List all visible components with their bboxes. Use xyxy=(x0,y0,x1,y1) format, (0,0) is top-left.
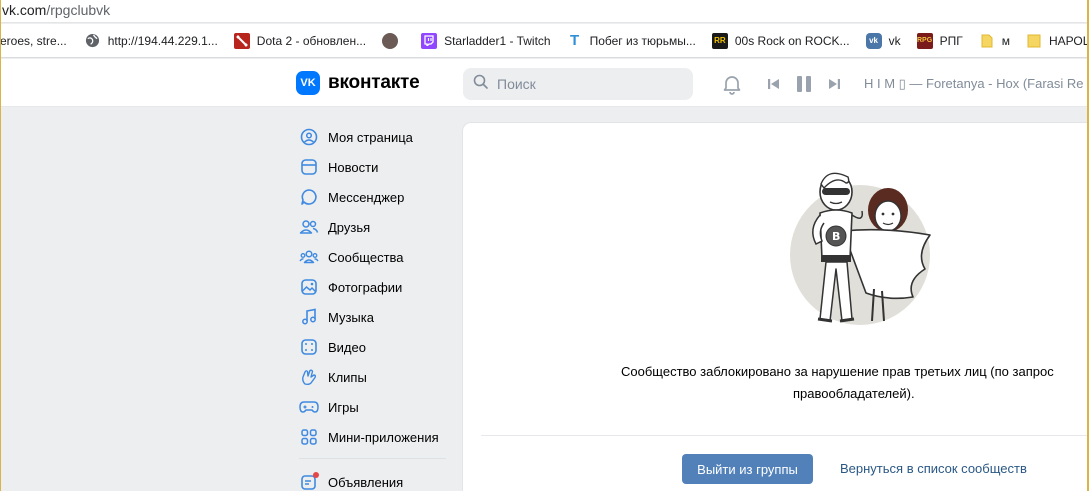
bookmark-label: http://194.44.229.1... xyxy=(107,33,218,48)
nav-label: Клипы xyxy=(328,369,367,385)
pause-icon[interactable] xyxy=(795,75,813,93)
chat-icon xyxy=(299,187,319,207)
bookmark-item[interactable]: RPG РПГ xyxy=(909,24,971,57)
notification-dot xyxy=(313,472,319,478)
blocked-message-line1: Сообщество заблокировано за нарушение пр… xyxy=(621,364,1054,379)
bookmarks-bar: eroes, stre... http://194.44.229.1... Do… xyxy=(0,24,1089,58)
svg-text:В: В xyxy=(832,230,840,243)
nav-item-communities[interactable]: Сообщества xyxy=(290,242,450,272)
nav-separator xyxy=(299,458,446,459)
bookmark-label: Побег из тюрьмы... xyxy=(589,33,696,48)
now-playing-track[interactable]: H I M ▯ — Foretanya - Hox (Farasi Re xyxy=(864,76,1086,92)
avatar-icon xyxy=(382,32,399,49)
music-icon xyxy=(299,307,319,327)
audio-player xyxy=(767,75,855,93)
search-input[interactable] xyxy=(497,76,677,92)
url-path: /rpgclubvk xyxy=(46,2,111,18)
bell-icon[interactable] xyxy=(721,73,743,100)
nav-item-my-page[interactable]: Моя страница xyxy=(290,122,450,152)
bookmark-label: Starladder1 - Twitch xyxy=(444,33,551,48)
nav-item-mini-apps[interactable]: Мини-приложения xyxy=(290,422,450,452)
bookmark-item[interactable]: http://194.44.229.1... xyxy=(75,24,226,57)
bookmark-item[interactable]: eroes, stre... xyxy=(0,24,75,57)
bookmark-item[interactable]: Dota 2 - обновлен... xyxy=(226,24,374,57)
bookmark-label: НАРОЩЕН xyxy=(1048,33,1089,48)
nav-label: Объявления xyxy=(328,474,404,490)
bookmark-item[interactable]: T Побег из тюрьмы... xyxy=(559,24,704,57)
nav-item-photos[interactable]: Фотографии xyxy=(290,272,450,302)
vk-logo-text: вконтакте xyxy=(328,72,420,93)
nav-label: Новости xyxy=(328,159,379,175)
url-text[interactable]: vk.com/rpgclubvk xyxy=(2,2,110,18)
user-circle-icon xyxy=(299,127,319,147)
bookmark-item[interactable]: vk vk xyxy=(858,24,909,57)
address-bar[interactable]: vk.com/rpgclubvk xyxy=(0,0,1089,23)
vk-logo-icon: VK xyxy=(296,71,320,95)
bookmark-label: РПГ xyxy=(939,33,963,48)
blocked-message-line2: правообладателей). xyxy=(793,386,915,401)
twitch-icon xyxy=(421,32,438,49)
nav-label: Фотографии xyxy=(328,279,403,295)
rpg-icon: RPG xyxy=(916,32,933,49)
nav-label: Видео xyxy=(328,339,366,355)
news-icon xyxy=(299,157,319,177)
url-host: vk.com xyxy=(2,2,47,18)
nav-label: Моя страница xyxy=(328,129,413,145)
superhero-illustration: В xyxy=(788,169,938,339)
nav-item-news[interactable]: Новости xyxy=(290,152,450,182)
friends-icon xyxy=(299,217,319,237)
nav-item-music[interactable]: Музыка xyxy=(290,302,450,332)
search-box[interactable] xyxy=(463,68,693,100)
games-icon xyxy=(299,397,319,417)
communities-icon xyxy=(299,247,319,267)
bookmark-label: Dota 2 - обновлен... xyxy=(256,33,367,48)
mini-apps-icon xyxy=(299,427,319,447)
nav-item-clips[interactable]: Клипы xyxy=(290,362,450,392)
nav-item-friends[interactable]: Друзья xyxy=(290,212,450,242)
t-icon: T xyxy=(569,32,580,49)
nav-label: Мессенджер xyxy=(328,189,405,205)
bookmark-item[interactable]: м xyxy=(971,24,1018,57)
ads-icon xyxy=(299,472,319,491)
rr-icon: RR xyxy=(711,32,728,49)
photos-icon xyxy=(299,277,319,297)
bookmark-label: м xyxy=(1001,33,1010,48)
video-icon xyxy=(299,337,319,357)
bookmark-item[interactable] xyxy=(374,24,413,57)
next-track-icon[interactable] xyxy=(827,77,841,91)
window-frame-left xyxy=(0,0,1,491)
bookmark-item[interactable]: RR 00s Rock on ROCK... xyxy=(704,24,858,57)
bookmark-label: eroes, stre... xyxy=(0,33,67,48)
blocked-community-card: В Сообщество заблокировано за нарушение … xyxy=(463,123,1089,491)
vk-icon: vk xyxy=(865,32,882,49)
vk-logo[interactable]: VK вконтакте xyxy=(296,71,420,95)
folder-icon xyxy=(979,33,995,49)
leave-group-button[interactable]: Выйти из группы xyxy=(682,454,813,484)
vk-header: VK вконтакте H I M ▯ — Foretanya - Hox (… xyxy=(0,59,1089,107)
nav-label: Мини-приложения xyxy=(328,429,439,445)
nav-item-ads[interactable]: Объявления xyxy=(290,467,450,491)
globe-icon xyxy=(85,33,101,49)
divider xyxy=(481,435,1089,436)
nav-item-games[interactable]: Игры xyxy=(290,392,450,422)
nav-label: Друзья xyxy=(328,219,371,235)
nav-label: Игры xyxy=(328,399,359,415)
nav-label: Музыка xyxy=(328,309,374,325)
nav-item-messenger[interactable]: Мессенджер xyxy=(290,182,450,212)
nav-label: Сообщества xyxy=(328,249,404,265)
left-nav: Моя страница Новости Мессенджер Друзья С… xyxy=(290,122,450,491)
back-to-communities-link[interactable]: Вернуться в список сообществ xyxy=(840,461,1027,476)
previous-track-icon[interactable] xyxy=(767,77,781,91)
bookmark-label: vk xyxy=(888,33,901,48)
clips-icon xyxy=(299,367,319,387)
bookmark-item[interactable]: НАРОЩЕН xyxy=(1018,24,1089,57)
bookmark-item[interactable]: Starladder1 - Twitch xyxy=(413,24,559,57)
nav-item-video[interactable]: Видео xyxy=(290,332,450,362)
folder-icon xyxy=(1026,33,1042,49)
search-icon xyxy=(473,74,489,95)
dota-icon xyxy=(233,32,250,49)
bookmark-label: 00s Rock on ROCK... xyxy=(734,33,850,48)
